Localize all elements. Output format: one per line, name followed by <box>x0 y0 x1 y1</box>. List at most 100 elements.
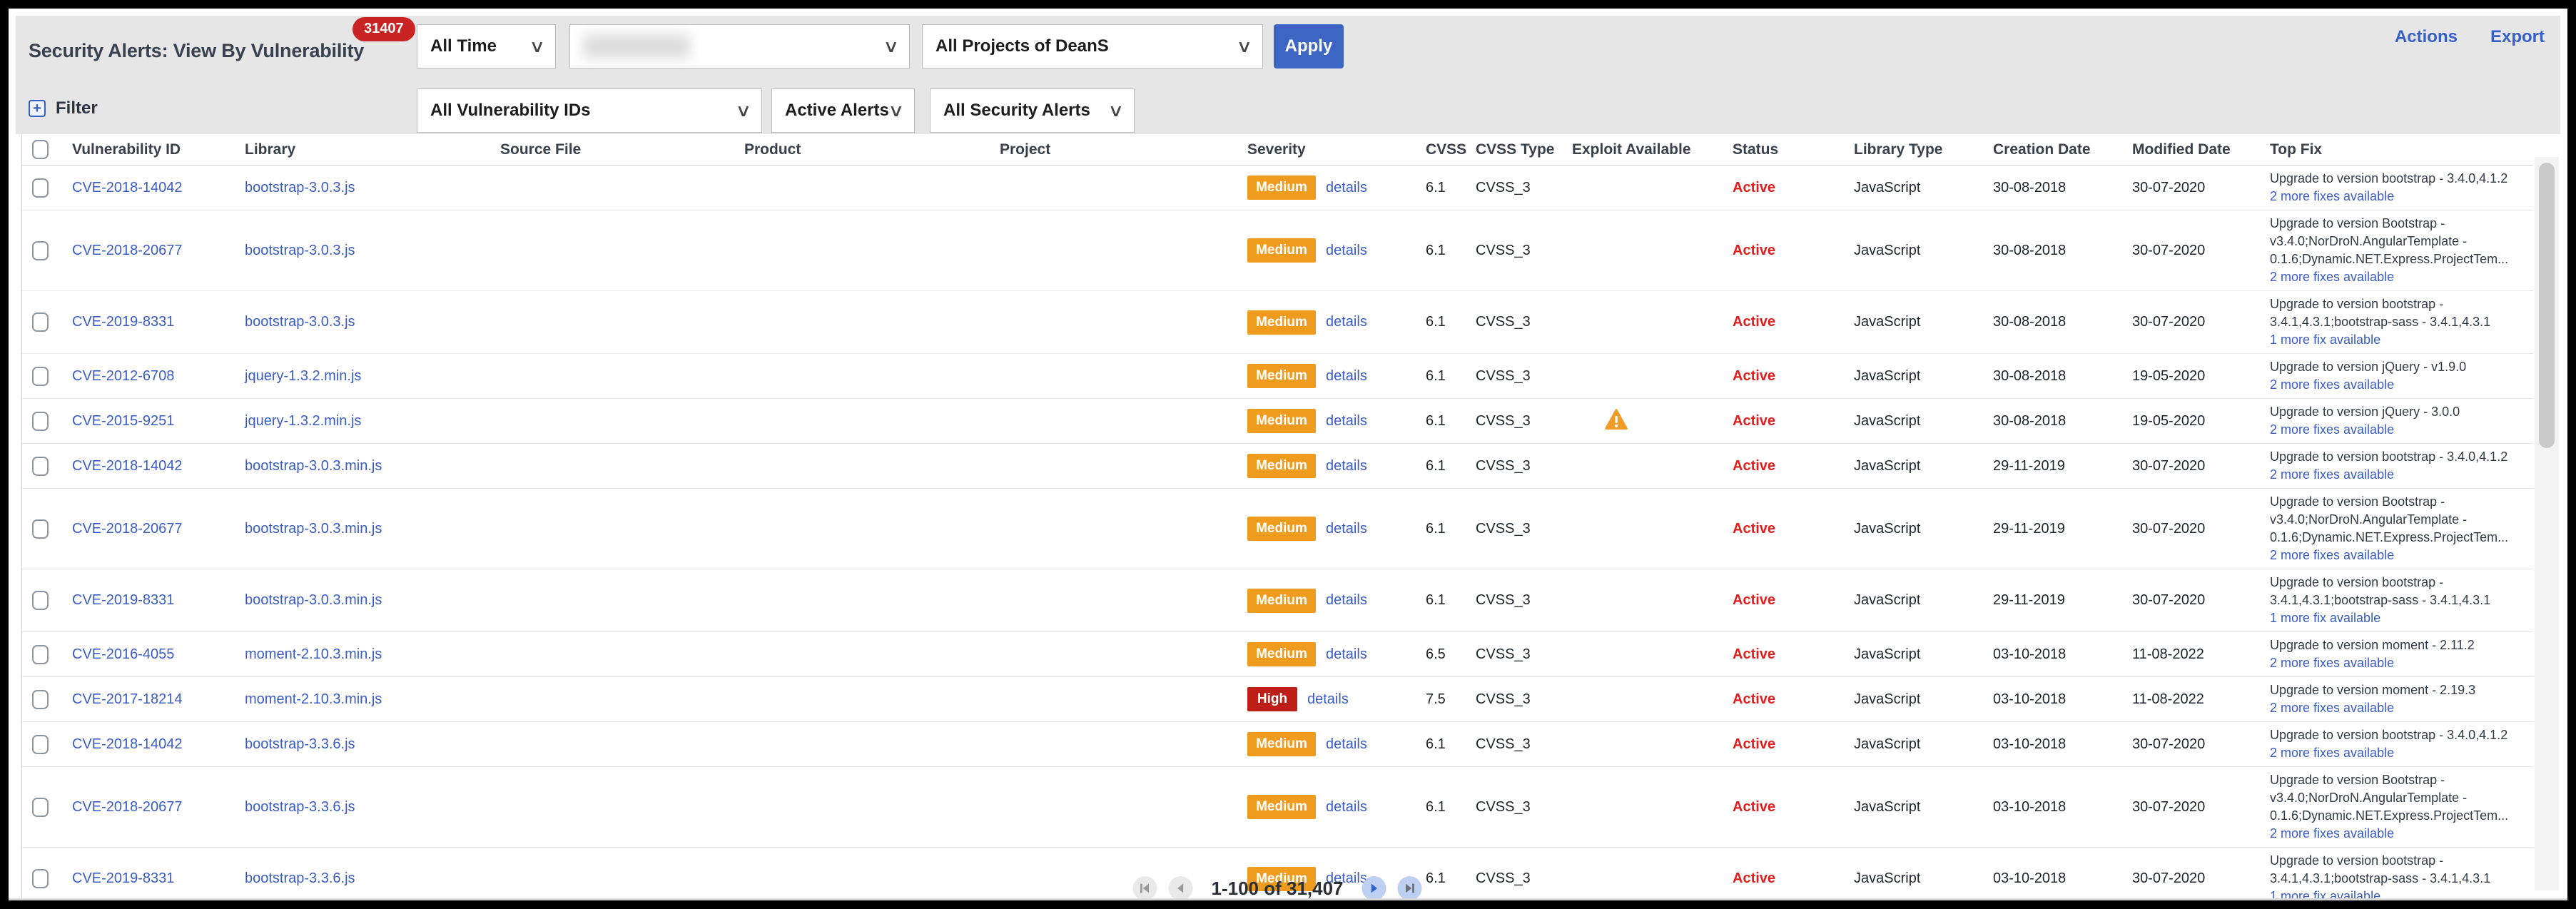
severity-badge: Medium <box>1247 364 1316 388</box>
more-fixes-link[interactable]: 2 more fixes available <box>2270 376 2526 394</box>
more-fixes-link[interactable]: 1 more fix available <box>2270 609 2526 627</box>
vulnerability-id-link[interactable]: CVE-2019-8331 <box>72 592 174 608</box>
details-link[interactable]: details <box>1326 592 1367 609</box>
row-checkbox[interactable] <box>32 519 49 539</box>
more-fixes-link[interactable]: 2 more fixes available <box>2270 188 2526 205</box>
more-fixes-link[interactable]: 2 more fixes available <box>2270 268 2526 286</box>
details-link[interactable]: details <box>1326 413 1367 430</box>
details-link[interactable]: details <box>1326 521 1367 537</box>
select-all-checkbox[interactable] <box>32 140 49 159</box>
vertical-scrollbar[interactable] <box>2535 157 2559 890</box>
more-fixes-link[interactable]: 2 more fixes available <box>2270 547 2526 564</box>
details-link[interactable]: details <box>1326 180 1367 196</box>
top-fix-text: Upgrade to version bootstrap - 3.4.0,4.1… <box>2270 448 2526 466</box>
chevron-down-icon: ∨ <box>529 36 546 57</box>
details-link[interactable]: details <box>1326 458 1367 474</box>
vulnerability-id-link[interactable]: CVE-2018-14042 <box>72 458 183 474</box>
row-checkbox[interactable] <box>32 367 49 386</box>
more-fixes-link[interactable]: 2 more fixes available <box>2270 466 2526 484</box>
vulnerability-id-link[interactable]: CVE-2015-9251 <box>72 413 174 429</box>
vulnerability-id-cell: CVE-2018-14042 <box>64 736 236 753</box>
library-link[interactable]: bootstrap-3.0.3.js <box>245 314 355 330</box>
export-link[interactable]: Export <box>2490 27 2545 47</box>
time-range-select[interactable]: All Time ∨ <box>417 24 556 68</box>
library-link[interactable]: moment-2.10.3.min.js <box>245 646 382 662</box>
library-type-cell: JavaScript <box>1845 180 1984 196</box>
expand-plus-icon[interactable]: + <box>29 100 46 117</box>
vulnerability-id-cell: CVE-2015-9251 <box>64 413 236 430</box>
column-header: CVSS <box>1417 141 1467 158</box>
details-link[interactable]: details <box>1326 736 1367 753</box>
library-link[interactable]: bootstrap-3.0.3.js <box>245 180 355 195</box>
projects-select[interactable]: All Projects of DeanS ∨ <box>922 24 1263 68</box>
vulnerability-id-link[interactable]: CVE-2017-18214 <box>72 691 183 707</box>
vulnerability-id-link[interactable]: CVE-2019-8331 <box>72 870 174 886</box>
row-checkbox[interactable] <box>32 645 49 664</box>
status-text: Active <box>1733 736 1775 752</box>
row-checkbox[interactable] <box>32 178 49 198</box>
details-link[interactable]: details <box>1326 243 1367 259</box>
vulnerability-id-link[interactable]: CVE-2012-6708 <box>72 368 174 384</box>
prev-page-button[interactable] <box>1168 876 1192 900</box>
more-fixes-link[interactable]: 2 more fixes available <box>2270 699 2526 717</box>
library-link[interactable]: bootstrap-3.0.3.min.js <box>245 592 382 608</box>
row-checkbox[interactable] <box>32 412 49 431</box>
scrollbar-thumb[interactable] <box>2539 163 2555 448</box>
library-link[interactable]: bootstrap-3.0.3.min.js <box>245 458 382 474</box>
library-link[interactable]: bootstrap-3.0.3.min.js <box>245 521 382 537</box>
more-fixes-link[interactable]: 1 more fix available <box>2270 888 2526 900</box>
table-header-row: Vulnerability IDLibrarySource FileProduc… <box>22 134 2533 166</box>
status-cell: Active <box>1724 870 1845 887</box>
vulnerability-id-link[interactable]: CVE-2018-20677 <box>72 799 183 815</box>
vulnerability-id-link[interactable]: CVE-2018-14042 <box>72 180 183 195</box>
library-link[interactable]: jquery-1.3.2.min.js <box>245 413 361 429</box>
exploit-available-cell <box>1563 409 1724 434</box>
first-page-button[interactable] <box>1132 876 1157 900</box>
top-fix-cell: Upgrade to version Bootstrap - v3.4.0;No… <box>2261 767 2533 847</box>
filter-toggle[interactable]: + Filter <box>29 98 98 118</box>
library-link[interactable]: bootstrap-3.0.3.js <box>245 243 355 258</box>
row-checkbox[interactable] <box>32 457 49 476</box>
alerts-table: Vulnerability IDLibrarySource FileProduc… <box>21 134 2533 900</box>
vulnerability-id-link[interactable]: CVE-2018-20677 <box>72 521 183 537</box>
actions-link[interactable]: Actions <box>2395 27 2458 47</box>
more-fixes-link[interactable]: 2 more fixes available <box>2270 825 2526 843</box>
row-checkbox[interactable] <box>32 735 49 754</box>
row-checkbox[interactable] <box>32 798 49 817</box>
organization-select[interactable]: ∨ <box>569 24 910 68</box>
more-fixes-link[interactable]: 2 more fixes available <box>2270 654 2526 672</box>
library-link[interactable]: moment-2.10.3.min.js <box>245 691 382 707</box>
modified-date-cell: 19-05-2020 <box>2124 368 2261 385</box>
vulnerability-id-link[interactable]: CVE-2018-20677 <box>72 243 183 258</box>
top-fix-cell: Upgrade to version bootstrap - 3.4.1,4.3… <box>2261 848 2533 900</box>
row-checkbox[interactable] <box>32 591 49 610</box>
row-checkbox[interactable] <box>32 241 49 260</box>
details-link[interactable]: details <box>1326 368 1367 385</box>
vulnerability-id-link[interactable]: CVE-2016-4055 <box>72 646 174 662</box>
more-fixes-link[interactable]: 2 more fixes available <box>2270 421 2526 439</box>
apply-button[interactable]: Apply <box>1274 24 1344 68</box>
row-checkbox[interactable] <box>32 313 49 332</box>
details-link[interactable]: details <box>1326 799 1367 816</box>
library-link[interactable]: bootstrap-3.3.6.js <box>245 799 355 815</box>
alert-type-select[interactable]: All Security Alerts ∨ <box>930 88 1135 133</box>
table-body: CVE-2018-14042 bootstrap-3.0.3.js Medium de… <box>22 166 2533 900</box>
details-link[interactable]: details <box>1307 691 1349 708</box>
more-fixes-link[interactable]: 1 more fix available <box>2270 331 2526 349</box>
next-page-button[interactable] <box>1362 876 1386 900</box>
vulnerability-id-link[interactable]: CVE-2018-14042 <box>72 736 183 752</box>
alert-status-select[interactable]: Active Alerts ∨ <box>771 88 915 133</box>
vulnerability-ids-select[interactable]: All Vulnerability IDs ∨ <box>417 88 762 133</box>
table-row: CVE-2019-8331bootstrap-3.0.3.jsMediumdet… <box>22 291 2533 354</box>
details-link[interactable]: details <box>1326 646 1367 663</box>
details-link[interactable]: details <box>1326 314 1367 330</box>
last-page-button[interactable] <box>1398 876 1422 900</box>
library-link[interactable]: bootstrap-3.3.6.js <box>245 870 355 886</box>
row-checkbox[interactable] <box>32 690 49 709</box>
more-fixes-link[interactable]: 2 more fixes available <box>2270 744 2526 762</box>
row-checkbox[interactable] <box>32 869 49 888</box>
library-link[interactable]: bootstrap-3.3.6.js <box>245 736 355 752</box>
vulnerability-id-link[interactable]: CVE-2019-8331 <box>72 314 174 330</box>
status-cell: Active <box>1724 368 1845 385</box>
library-link[interactable]: jquery-1.3.2.min.js <box>245 368 361 384</box>
